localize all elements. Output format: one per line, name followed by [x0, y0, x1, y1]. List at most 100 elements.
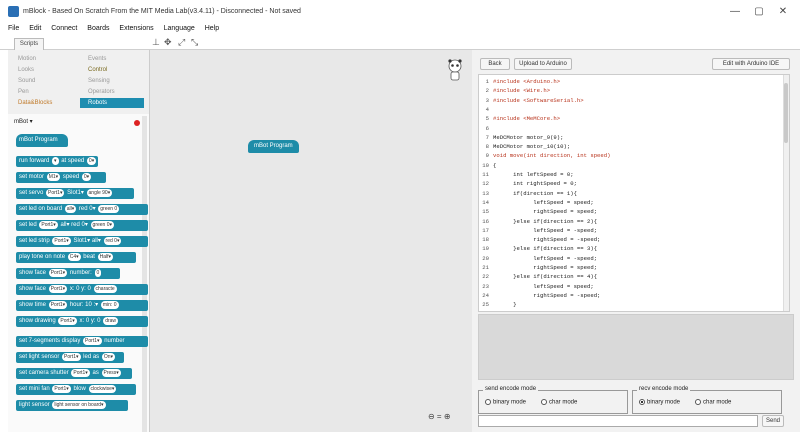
block-parameter[interactable]: Half▾: [97, 253, 114, 261]
block-parameter[interactable]: On▾: [101, 353, 116, 361]
code-line: 10 {: [479, 162, 789, 170]
edit-with-arduino-ide-button[interactable]: Edit with Arduino IDE: [712, 58, 790, 70]
serial-output: [478, 314, 794, 380]
duplicate-tool-icon[interactable]: ⊥: [152, 37, 160, 48]
code-line: 4: [479, 106, 789, 114]
category-sensing[interactable]: Sensing: [80, 76, 144, 86]
category-data-blocks[interactable]: Data&Blocks: [10, 98, 74, 108]
panda-sprite-icon[interactable]: [446, 58, 464, 82]
menu-extensions[interactable]: Extensions: [119, 24, 153, 34]
robot-block[interactable]: set motor M1▾ speed 0▾: [16, 172, 106, 183]
block-parameter[interactable]: green 0: [98, 205, 120, 213]
block-parameter[interactable]: all▾: [64, 205, 77, 213]
robot-block[interactable]: set 7-segments display Port1▾ number: [16, 336, 148, 347]
grow-tool-icon[interactable]: ⤢: [178, 37, 185, 48]
block-parameter[interactable]: characte: [93, 285, 117, 293]
robot-block[interactable]: light sensor light sensor on board▾: [16, 400, 128, 411]
category-looks[interactable]: Looks: [10, 65, 74, 75]
robot-block[interactable]: set light sensor Port1▾ led as On▾: [16, 352, 124, 363]
block-parameter[interactable]: min: 0: [100, 301, 119, 309]
robot-block[interactable]: set led on board all▾ red 0▾ green 0: [16, 204, 148, 215]
block-parameter[interactable]: M1▾: [46, 173, 61, 181]
block-parameter[interactable]: Port1▾: [71, 369, 90, 377]
block-parameter[interactable]: Port1▾: [48, 285, 68, 293]
tab-scripts[interactable]: Scripts: [14, 38, 44, 50]
upload-to-arduino-button[interactable]: Upload to Arduino: [514, 58, 572, 70]
menu-help[interactable]: Help: [205, 24, 219, 34]
menu-connect[interactable]: Connect: [51, 24, 77, 34]
block-parameter[interactable]: 0▾: [86, 157, 97, 165]
block-label: set led on board: [19, 206, 63, 212]
category-pen[interactable]: Pen: [10, 87, 74, 97]
menu-bar: File Edit Connect Boards Extensions Lang…: [0, 24, 800, 36]
serial-send-input[interactable]: [478, 415, 758, 427]
menu-file[interactable]: File: [8, 24, 19, 34]
block-parameter[interactable]: Port1▾: [62, 353, 81, 361]
script-area[interactable]: mBot Program ⊖ = ⊕: [150, 50, 472, 432]
robot-block[interactable]: show drawing Port1▾ x: 0 y: 0 draw: [16, 316, 148, 327]
category-sound[interactable]: Sound: [10, 76, 74, 86]
mblock-app-icon: [8, 6, 19, 17]
robot-block[interactable]: set led Port1▾ all▾ red 0▾ green 0▾: [16, 220, 148, 231]
menu-language[interactable]: Language: [164, 24, 195, 34]
category-control[interactable]: Control: [80, 65, 144, 75]
send-button[interactable]: Send: [762, 415, 784, 427]
line-number: 24: [482, 291, 489, 299]
block-parameter[interactable]: 0: [94, 269, 102, 277]
block-parameter[interactable]: red 0▾: [103, 237, 122, 245]
category-operators[interactable]: Operators: [80, 87, 144, 97]
block-parameter[interactable]: Press▾: [101, 369, 121, 377]
delete-tool-icon[interactable]: ✥: [164, 37, 172, 48]
robot-block[interactable]: play tone on note C4▾ beat Half▾: [16, 252, 136, 263]
program-hat-block[interactable]: mBot Program: [248, 140, 299, 153]
block-parameter[interactable]: angle 90▾: [86, 189, 113, 197]
block-parameter[interactable]: Port1▾: [39, 221, 58, 229]
device-label: mBot: [14, 119, 29, 125]
robot-block[interactable]: set servo Port1▾ Slot1▾ angle 90▾: [16, 188, 134, 199]
send-binary-mode-option[interactable]: binary mode: [485, 399, 526, 406]
block-parameter[interactable]: Port1▾: [48, 269, 68, 277]
block-parameter[interactable]: 0▾: [81, 173, 92, 181]
menu-boards[interactable]: Boards: [87, 24, 109, 34]
block-parameter[interactable]: green 0▾: [90, 221, 115, 229]
recv-binary-mode-option[interactable]: binary mode: [639, 399, 680, 406]
block-parameter[interactable]: Port1▾: [52, 385, 71, 393]
mbot-program-hat-block[interactable]: mBot Program: [16, 134, 68, 147]
block-parameter[interactable]: Port1▾: [48, 301, 68, 309]
line-number: 1: [485, 78, 489, 85]
code-text: }: [493, 301, 517, 309]
close-button[interactable]: ✕: [774, 5, 792, 19]
block-parameter[interactable]: light sensor on board▾: [52, 401, 106, 409]
block-parameter[interactable]: ▾: [52, 157, 59, 165]
code-line: 15 rightSpeed = speed;: [479, 208, 789, 216]
robot-block[interactable]: show face Port1▾ number: 0: [16, 268, 120, 279]
robot-block[interactable]: set mini fan Port1▾ blow clockwise▾: [16, 384, 136, 395]
category-robots[interactable]: Robots: [80, 98, 144, 108]
block-parameter[interactable]: Port1▾: [83, 337, 102, 345]
back-button[interactable]: Back: [480, 58, 510, 70]
robot-block[interactable]: run forward ▾ at speed 0▾: [16, 156, 98, 167]
block-parameter[interactable]: Port1▾: [58, 317, 77, 325]
robot-block[interactable]: set led strip Port1▾ Slot1▾ all▾ red 0▾: [16, 236, 148, 247]
robot-block[interactable]: show face Port1▾ x: 0 y: 0 characte: [16, 284, 148, 295]
robot-block[interactable]: show time Port1▾ hour: 10 :▾ min: 0: [16, 300, 148, 311]
send-char-mode-option[interactable]: char mode: [541, 399, 577, 406]
code-editor[interactable]: 1 #include <Arduino.h> 2 #include <Wire.h> 3…: [478, 74, 790, 312]
block-parameter[interactable]: clockwise▾: [88, 385, 117, 393]
maximize-button[interactable]: ▢: [750, 5, 768, 19]
minimize-button[interactable]: —: [726, 5, 744, 19]
recv-char-mode-option[interactable]: char mode: [695, 399, 731, 406]
block-parameter[interactable]: Port1▾: [46, 189, 65, 197]
robot-block[interactable]: set camera shutter Port1▾ as Press▾: [16, 368, 132, 379]
category-motion[interactable]: Motion: [10, 54, 74, 64]
category-events[interactable]: Events: [80, 54, 144, 64]
block-parameter[interactable]: draw: [103, 317, 119, 325]
menu-edit[interactable]: Edit: [29, 24, 41, 34]
line-number: 11: [482, 171, 489, 178]
shrink-tool-icon[interactable]: ⤡: [191, 37, 198, 48]
block-parameter[interactable]: C4▾: [67, 253, 81, 261]
device-selector[interactable]: mBot ▾: [14, 118, 33, 125]
palette-scrollbar[interactable]: [142, 116, 147, 432]
zoom-controls[interactable]: ⊖ = ⊕: [428, 412, 451, 421]
block-parameter[interactable]: Port1▾: [52, 237, 71, 245]
